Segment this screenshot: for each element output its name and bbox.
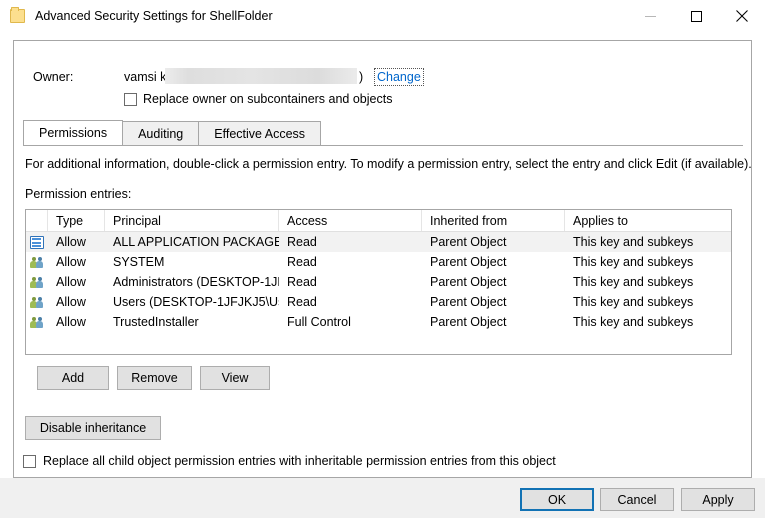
cell-principal: ALL APPLICATION PACKAGES: [113, 235, 279, 249]
replace-all-checkbox[interactable]: [23, 454, 36, 468]
info-text: For additional information, double-click…: [25, 157, 752, 171]
remove-button[interactable]: Remove: [117, 366, 192, 390]
tab-strip: Permissions Auditing Effective Access: [23, 120, 743, 146]
permission-entries-label: Permission entries:: [25, 187, 132, 201]
cell-principal: Users (DESKTOP-1JFJKJ5\Users): [113, 295, 279, 309]
table-row[interactable]: Allow Users (DESKTOP-1JFJKJ5\Users) Read…: [26, 292, 731, 312]
cell-access: Read: [287, 235, 317, 249]
change-owner-link[interactable]: Change: [374, 68, 424, 86]
title-bar: Advanced Security Settings for ShellFold…: [0, 0, 765, 32]
column-header-inherited-from[interactable]: Inherited from: [422, 210, 565, 231]
cell-inherited-from: Parent Object: [430, 315, 507, 329]
cell-type: Allow: [56, 315, 86, 329]
owner-row: Owner: vamsi krishna ( ) Change: [23, 67, 743, 89]
window-title: Advanced Security Settings for ShellFold…: [35, 9, 273, 23]
cell-inherited-from: Parent Object: [430, 255, 507, 269]
replace-owner-checkbox[interactable]: [124, 92, 137, 106]
table-row[interactable]: Allow ALL APPLICATION PACKAGES Read Pare…: [26, 232, 731, 252]
add-button[interactable]: Add: [37, 366, 109, 390]
column-header-applies-to[interactable]: Applies to: [565, 210, 731, 231]
column-header-principal[interactable]: Principal: [105, 210, 279, 231]
owner-redacted-bar: [165, 68, 357, 84]
cell-applies-to: This key and subkeys: [573, 275, 694, 289]
replace-all-label: Replace all child object permission entr…: [43, 454, 556, 468]
cell-applies-to: This key and subkeys: [573, 255, 694, 269]
dialog-body-panel: Owner: vamsi krishna ( ) Change Replace …: [13, 40, 752, 478]
tab-permissions[interactable]: Permissions: [23, 120, 124, 145]
cell-access: Read: [287, 295, 317, 309]
cell-applies-to: This key and subkeys: [573, 315, 694, 329]
column-header-type[interactable]: Type: [48, 210, 105, 231]
minimize-icon[interactable]: [627, 0, 673, 32]
cancel-button[interactable]: Cancel: [600, 488, 674, 511]
cell-type: Allow: [56, 235, 86, 249]
replace-all-checkbox-row[interactable]: Replace all child object permission entr…: [23, 454, 556, 468]
disable-inheritance-button[interactable]: Disable inheritance: [25, 416, 161, 440]
cell-type: Allow: [56, 275, 86, 289]
cell-type: Allow: [56, 295, 86, 309]
column-header-icon: [26, 210, 48, 231]
view-button[interactable]: View: [200, 366, 270, 390]
cell-principal: Administrators (DESKTOP-1JF...: [113, 275, 279, 289]
replace-owner-checkbox-row[interactable]: Replace owner on subcontainers and objec…: [124, 92, 392, 106]
permission-entries-list[interactable]: Type Principal Access Inherited from App…: [25, 209, 732, 355]
cell-access: Read: [287, 255, 317, 269]
folder-icon: [10, 7, 26, 24]
user-group-icon: [26, 256, 48, 269]
cell-access: Full Control: [287, 315, 351, 329]
user-group-icon: [26, 296, 48, 309]
cell-inherited-from: Parent Object: [430, 235, 507, 249]
cell-type: Allow: [56, 255, 86, 269]
cell-principal: SYSTEM: [113, 255, 165, 269]
cell-inherited-from: Parent Object: [430, 275, 507, 289]
ok-button[interactable]: OK: [520, 488, 594, 511]
table-row[interactable]: Allow Administrators (DESKTOP-1JF... Rea…: [26, 272, 731, 292]
tab-effective-access[interactable]: Effective Access: [198, 121, 322, 145]
apply-button[interactable]: Apply: [681, 488, 755, 511]
replace-owner-label: Replace owner on subcontainers and objec…: [143, 92, 393, 106]
app-package-icon: [26, 235, 48, 249]
list-header-row: Type Principal Access Inherited from App…: [26, 210, 731, 232]
table-row[interactable]: Allow TrustedInstaller Full Control Pare…: [26, 312, 731, 332]
advanced-security-settings-dialog: Advanced Security Settings for ShellFold…: [0, 0, 765, 518]
tab-auditing[interactable]: Auditing: [122, 121, 200, 145]
cell-principal: TrustedInstaller: [113, 315, 199, 329]
owner-label: Owner:: [33, 70, 74, 84]
column-header-access[interactable]: Access: [279, 210, 422, 231]
cell-applies-to: This key and subkeys: [573, 295, 694, 309]
window-controls: [627, 0, 765, 32]
cell-inherited-from: Parent Object: [430, 295, 507, 309]
maximize-icon[interactable]: [673, 0, 719, 32]
user-group-icon: [26, 316, 48, 329]
table-row[interactable]: Allow SYSTEM Read Parent Object This key…: [26, 252, 731, 272]
cell-access: Read: [287, 275, 317, 289]
owner-closing-paren: ): [359, 70, 364, 84]
dialog-footer: OK Cancel Apply: [0, 478, 765, 518]
user-group-icon: [26, 276, 48, 289]
close-icon[interactable]: [719, 0, 765, 32]
cell-applies-to: This key and subkeys: [573, 235, 694, 249]
